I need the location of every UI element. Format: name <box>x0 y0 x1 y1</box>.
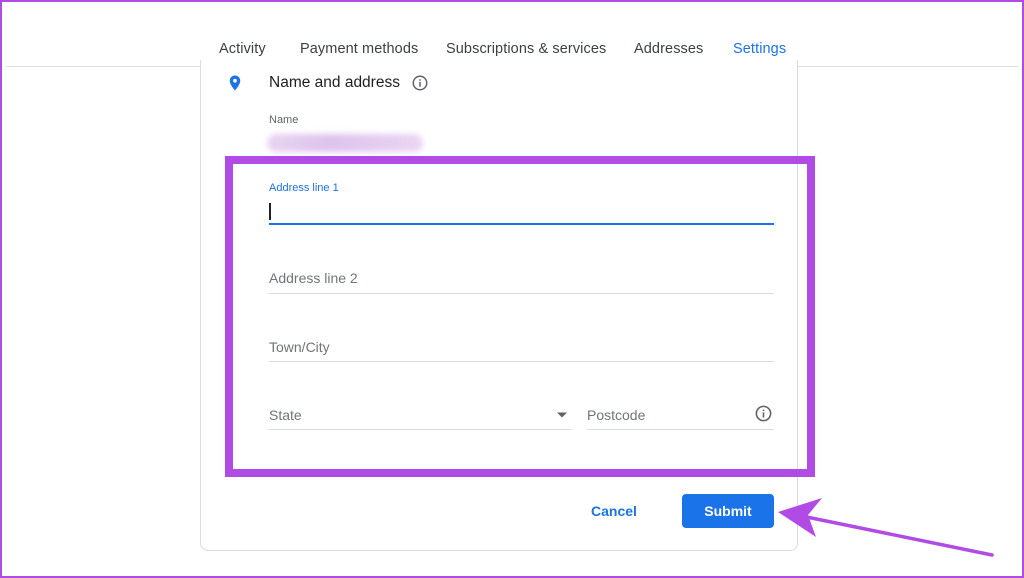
location-pin-icon <box>229 75 241 91</box>
address-line-2-underline <box>269 293 774 294</box>
tab-bar: Activity Payment methods Subscriptions &… <box>0 0 1024 67</box>
name-label: Name <box>269 114 299 126</box>
tab-payment-methods[interactable]: Payment methods <box>300 41 418 57</box>
town-city-underline <box>269 361 774 362</box>
cancel-button[interactable]: Cancel <box>578 494 650 528</box>
submit-button[interactable]: Submit <box>682 494 774 528</box>
info-icon[interactable] <box>411 74 429 92</box>
annotation-arrow-icon <box>778 498 994 557</box>
postcode-underline <box>587 429 774 430</box>
postcode-input[interactable] <box>587 405 747 425</box>
tab-settings[interactable]: Settings <box>733 41 786 57</box>
tab-activity[interactable]: Activity <box>219 41 266 57</box>
redacted-name <box>267 134 423 152</box>
address-line-1-underline <box>269 223 774 225</box>
state-underline <box>269 429 571 430</box>
section-title: Name and address <box>269 74 400 91</box>
address-line-2-input[interactable] <box>269 268 774 288</box>
tab-subscriptions-services[interactable]: Subscriptions & services <box>446 41 606 57</box>
state-select[interactable] <box>269 405 549 425</box>
town-city-input[interactable] <box>269 337 774 357</box>
address-line-1-input[interactable] <box>272 202 772 222</box>
tab-addresses[interactable]: Addresses <box>634 41 703 57</box>
address-line-1-label: Address line 1 <box>269 182 339 194</box>
text-caret <box>269 203 271 220</box>
postcode-info-icon[interactable] <box>754 404 773 423</box>
chevron-down-icon[interactable] <box>556 411 568 419</box>
